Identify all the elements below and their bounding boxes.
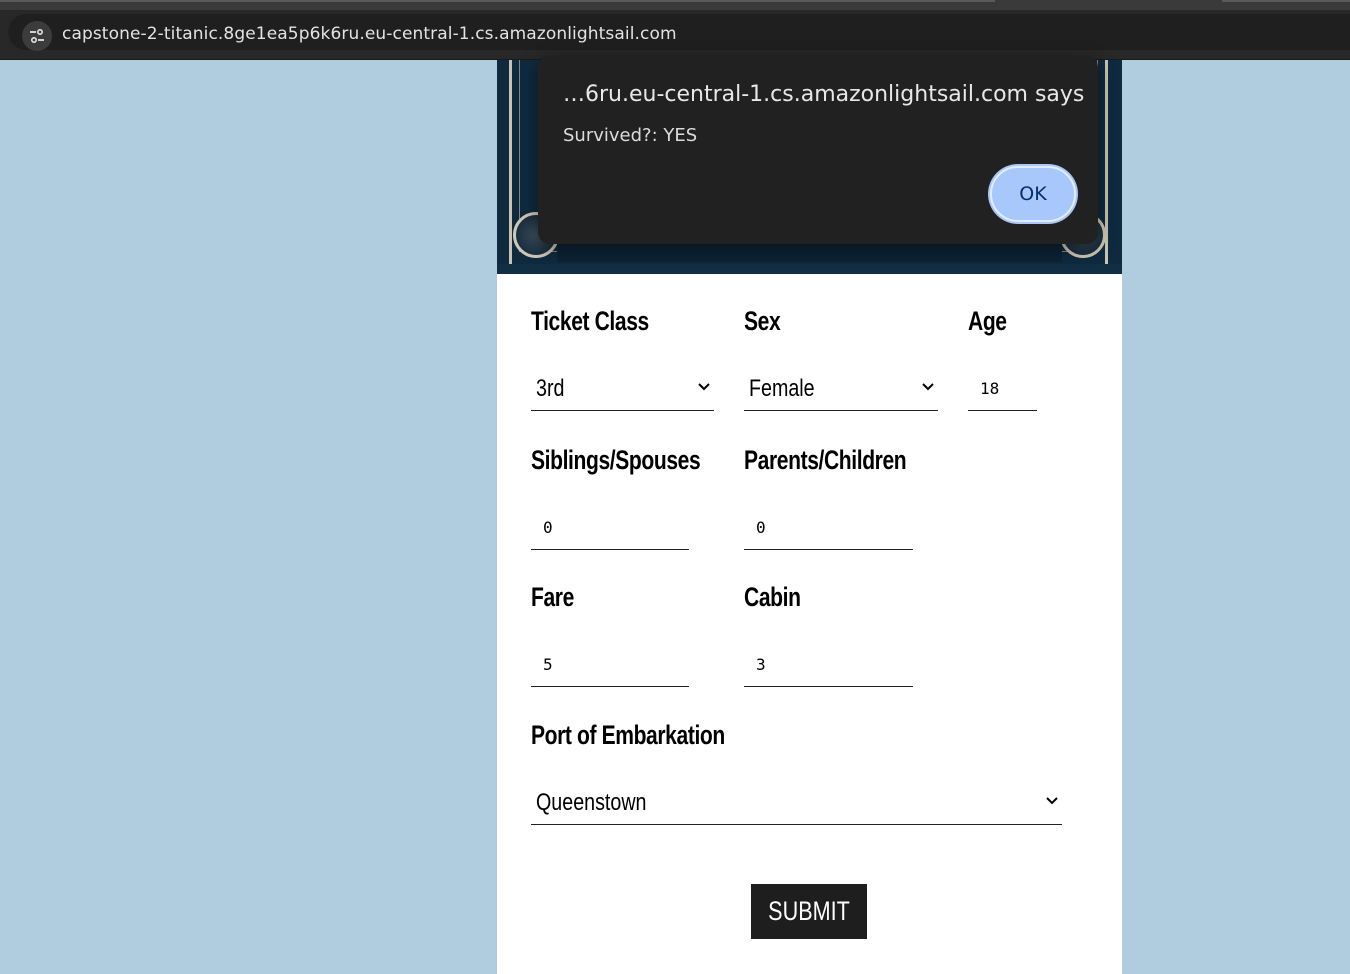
sex-select[interactable]: Female [744, 367, 938, 411]
ok-button[interactable]: OK [990, 166, 1076, 222]
tune-icon [30, 29, 44, 43]
alert-dialog: …6ru.eu-central-1.cs.amazonlightsail.com… [538, 56, 1098, 244]
fare-value: 5 [543, 655, 553, 674]
chevron-down-icon [1046, 797, 1058, 805]
cabin-label: Cabin [744, 582, 801, 612]
tab-indicator [1222, 0, 1350, 2]
sex-value: Female [749, 375, 815, 402]
tab-indicator [0, 0, 995, 2]
sex-label: Sex [744, 306, 781, 336]
fare-label: Fare [531, 582, 574, 612]
submit-label: SUBMIT [768, 896, 850, 926]
chevron-down-icon [922, 383, 934, 391]
age-input[interactable]: 18 [968, 369, 1037, 411]
siblings-spouses-value: 0 [543, 518, 553, 537]
cabin-value: 3 [756, 655, 766, 674]
port-label: Port of Embarkation [531, 720, 725, 750]
browser-toolbar: capstone-2-titanic.8ge1ea5p6k6ru.eu-cent… [0, 10, 1350, 60]
site-info-button[interactable] [22, 21, 52, 51]
port-select[interactable]: Queenstown [531, 781, 1062, 825]
address-bar[interactable]: capstone-2-titanic.8ge1ea5p6k6ru.eu-cent… [8, 14, 1350, 51]
ticket-class-select[interactable]: 3rd [531, 367, 714, 411]
chevron-down-icon [698, 383, 710, 391]
boarding-pass-base [497, 264, 1122, 274]
dialog-title: …6ru.eu-central-1.cs.amazonlightsail.com… [563, 82, 1085, 107]
submit-button[interactable]: SUBMIT [751, 884, 867, 939]
parents-children-value: 0 [756, 518, 766, 537]
url-text[interactable]: capstone-2-titanic.8ge1ea5p6k6ru.eu-cent… [62, 24, 677, 44]
age-label: Age [968, 306, 1007, 336]
port-value: Queenstown [536, 789, 647, 816]
cabin-input[interactable]: 3 [744, 645, 913, 687]
siblings-spouses-input[interactable]: 0 [531, 508, 689, 550]
age-value: 18 [980, 379, 1000, 398]
browser-tab-strip [0, 0, 1350, 10]
fare-input[interactable]: 5 [531, 645, 689, 687]
ticket-class-value: 3rd [536, 375, 565, 402]
ticket-class-label: Ticket Class [531, 306, 649, 336]
siblings-spouses-label: Siblings/Spouses [531, 445, 701, 475]
dialog-message: Survived?: YES [563, 125, 698, 146]
parents-children-label: Parents/Children [744, 445, 907, 475]
parents-children-input[interactable]: 0 [744, 508, 913, 550]
